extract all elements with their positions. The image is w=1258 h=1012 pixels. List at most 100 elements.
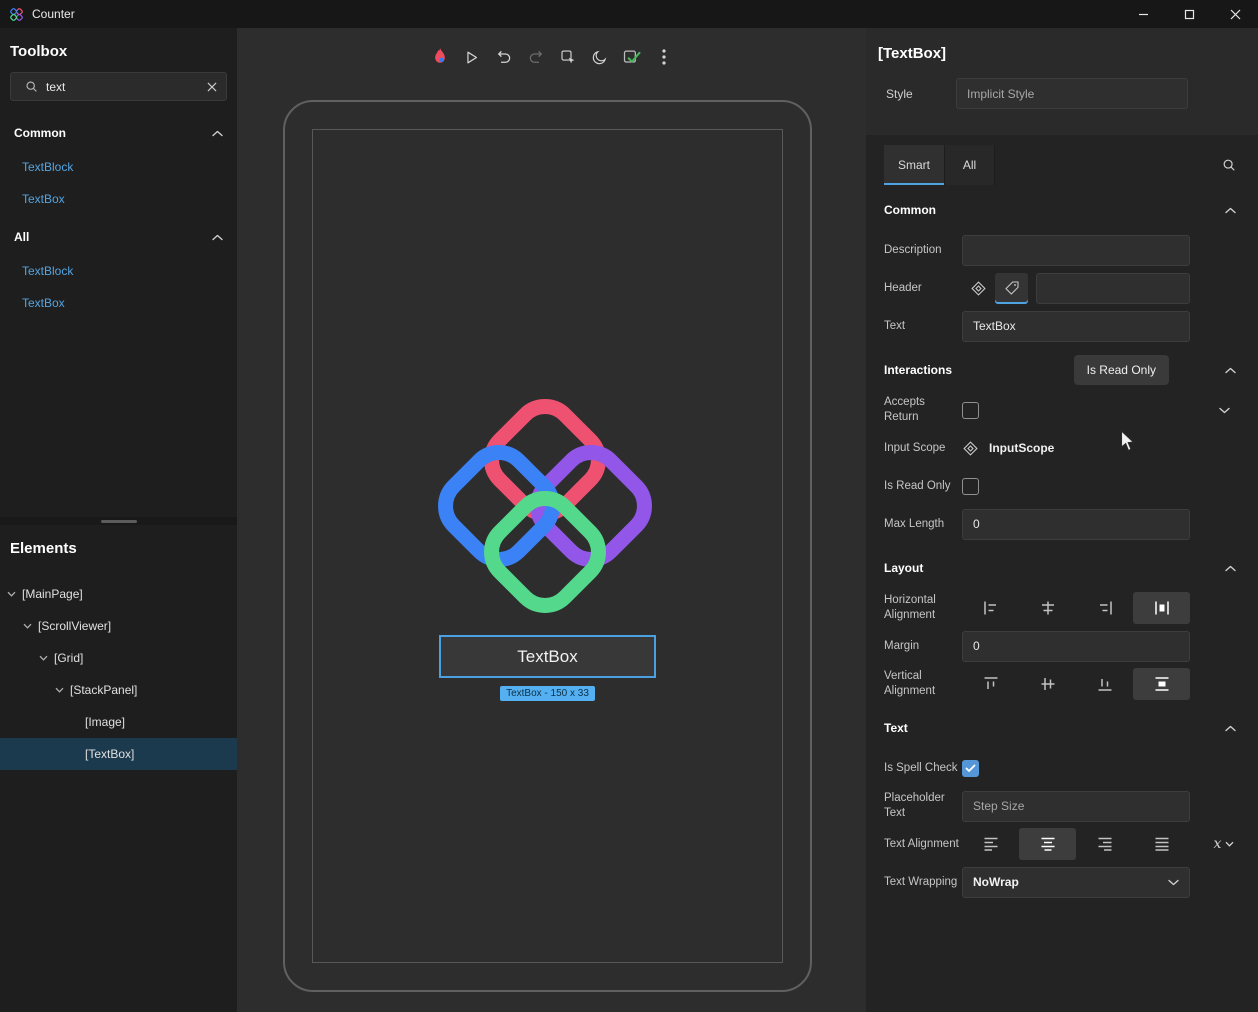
search-icon [1222, 158, 1236, 172]
properties-list: Common Description Header [866, 185, 1258, 1012]
v-align-bottom-button[interactable] [1076, 668, 1133, 700]
close-button[interactable] [1212, 0, 1258, 28]
toolbox-section-all-header[interactable]: All [0, 219, 237, 255]
flame-button[interactable] [427, 44, 453, 70]
panel-splitter[interactable] [0, 517, 237, 525]
header-input[interactable] [1036, 273, 1190, 304]
chevron-up-icon[interactable] [1225, 725, 1236, 732]
header-literal-button[interactable] [995, 273, 1028, 304]
is-read-only-quick-button[interactable]: Is Read Only [1074, 355, 1169, 385]
horizontal-alignment-label: Horizontal Alignment [884, 593, 962, 623]
chevron-up-icon[interactable] [212, 130, 223, 137]
section-title: Layout [884, 561, 923, 575]
header-label: Header [884, 281, 962, 296]
theme-toggle-button[interactable] [587, 44, 613, 70]
accepts-return-checkbox[interactable] [962, 402, 979, 419]
maximize-button[interactable] [1166, 0, 1212, 28]
tree-item-image[interactable]: [Image] [0, 706, 237, 738]
text-input[interactable] [962, 311, 1190, 342]
chevron-down-icon[interactable] [23, 623, 32, 629]
selection-overlay: TextBox TextBox - 150 x 33 [439, 635, 656, 701]
h-align-stretch-button[interactable] [1133, 592, 1190, 624]
redo-button[interactable] [523, 44, 549, 70]
is-read-only-checkbox[interactable] [962, 478, 979, 495]
search-icon [25, 80, 38, 93]
tab-smart[interactable]: Smart [884, 145, 945, 185]
canvas-textbox-control[interactable]: TextBox [439, 635, 656, 678]
element-tree: [MainPage] [ScrollViewer] [Grid] [StackP… [0, 578, 237, 770]
chevron-down-icon[interactable] [39, 655, 48, 661]
tree-item-scrollviewer[interactable]: [ScrollViewer] [0, 610, 237, 642]
text-align-right-icon [1096, 835, 1114, 853]
style-input[interactable] [956, 78, 1188, 109]
vertical-alignment-group [962, 668, 1190, 700]
chevron-down-icon[interactable] [7, 591, 16, 597]
chevron-down-icon[interactable] [1219, 407, 1230, 414]
row-margin: Margin [866, 627, 1258, 665]
text-align-justify-button[interactable] [1133, 828, 1190, 860]
description-input[interactable] [962, 235, 1190, 266]
max-length-input[interactable] [962, 509, 1190, 540]
h-align-right-button[interactable] [1076, 592, 1133, 624]
row-is-spell-check: Is Spell Check [866, 749, 1258, 787]
inspector-title: [TextBox] [878, 45, 1188, 62]
binding-icon[interactable] [962, 440, 979, 457]
toolbox-section-common-header[interactable]: Common [0, 115, 237, 151]
input-scope-value[interactable]: InputScope [989, 441, 1054, 455]
chevron-up-icon[interactable] [1225, 367, 1236, 374]
section-label: All [14, 230, 29, 244]
element-picker-icon [559, 48, 577, 66]
more-options-button[interactable] [651, 44, 677, 70]
minimize-button[interactable] [1120, 0, 1166, 28]
chevron-down-icon [1225, 841, 1234, 847]
toolbox-item-textblock[interactable]: TextBlock [0, 151, 237, 183]
uno-logo-image[interactable] [425, 394, 665, 634]
toolbox-item-textbox[interactable]: TextBox [0, 183, 237, 215]
tree-item-stackpanel[interactable]: [StackPanel] [0, 674, 237, 706]
chevron-down-icon[interactable] [55, 687, 64, 693]
clear-search-icon[interactable] [207, 82, 217, 92]
text-align-center-button[interactable] [1019, 828, 1076, 860]
v-align-stretch-button[interactable] [1133, 668, 1190, 700]
is-spell-check-checkbox[interactable] [962, 760, 979, 777]
toolbox-search-input[interactable] [46, 80, 199, 94]
tree-item-mainpage[interactable]: [MainPage] [0, 578, 237, 610]
v-align-center-button[interactable] [1019, 668, 1076, 700]
tree-item-grid[interactable]: [Grid] [0, 642, 237, 674]
toolbox-item-textblock[interactable]: TextBlock [0, 255, 237, 287]
v-align-bottom-icon [1096, 675, 1114, 693]
redo-icon [527, 48, 545, 66]
undo-button[interactable] [491, 44, 517, 70]
design-toolbar [427, 44, 677, 70]
is-spell-check-label: Is Spell Check [884, 761, 962, 776]
placeholder-text-input[interactable] [962, 791, 1190, 822]
tree-item-textbox[interactable]: [TextBox] [0, 738, 237, 770]
tab-all[interactable]: All [945, 145, 995, 185]
toolbox-item-textbox[interactable]: TextBox [0, 287, 237, 319]
v-align-top-button[interactable] [962, 668, 1019, 700]
text-label: Text [884, 319, 962, 334]
text-align-left-button[interactable] [962, 828, 1019, 860]
horizontal-alignment-group [962, 592, 1190, 624]
h-align-left-button[interactable] [962, 592, 1019, 624]
validation-status-button[interactable] [619, 44, 645, 70]
row-placeholder-text: Placeholder Text [866, 787, 1258, 825]
chevron-up-icon[interactable] [1225, 565, 1236, 572]
app-window: Counter Toolbox [0, 0, 1258, 1012]
text-alignment-label: Text Alignment [884, 837, 962, 852]
xbind-dropdown-button[interactable]: x [1214, 836, 1235, 852]
play-button[interactable] [459, 44, 485, 70]
tree-item-label: [TextBox] [85, 747, 134, 761]
row-header: Header [866, 269, 1258, 307]
chevron-up-icon[interactable] [1225, 207, 1236, 214]
text-align-right-button[interactable] [1076, 828, 1133, 860]
h-align-center-button[interactable] [1019, 592, 1076, 624]
properties-search-button[interactable] [1222, 145, 1236, 185]
chevron-up-icon[interactable] [212, 234, 223, 241]
header-binding-button[interactable] [962, 273, 995, 304]
margin-input[interactable] [962, 631, 1190, 662]
element-picker-button[interactable] [555, 44, 581, 70]
tree-item-label: [ScrollViewer] [38, 619, 111, 633]
v-align-top-icon [982, 675, 1000, 693]
text-wrapping-dropdown[interactable]: NoWrap [962, 867, 1190, 898]
